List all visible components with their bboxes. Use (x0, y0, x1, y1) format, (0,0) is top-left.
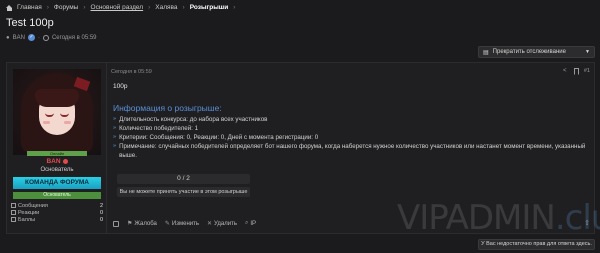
no-reply-permission-notice[interactable]: У Вас недостаточно прав для ответа здесь… (478, 239, 595, 250)
avatar-bangs (35, 89, 79, 107)
user-role: Основатель (40, 167, 74, 173)
list-item: » Примечание: случайных победителей опред… (113, 142, 590, 160)
thread-author[interactable]: BAN (13, 35, 25, 41)
breadcrumb-separator: › (83, 4, 86, 11)
post-message: 100р (113, 83, 128, 90)
progress-text: 0 / 2 (177, 175, 190, 182)
info-criteria: Критерии: Сообщения: 0, Реакции: 0, Дней… (119, 134, 319, 141)
breadcrumb-giveaways[interactable]: Розыгрыши (190, 4, 228, 11)
select-checkbox[interactable] (113, 220, 119, 227)
meta-separator: · (37, 34, 40, 41)
status-dot-icon (62, 158, 68, 164)
breadcrumb-freebies[interactable]: Халява (155, 4, 177, 11)
info-duration: Длительность конкурса: до набора всех уч… (119, 116, 268, 123)
breadcrumb-separator: › (182, 4, 185, 11)
list-item: » Длительность конкурса: до набора всех у… (113, 115, 590, 124)
user-column: Онлайн BAN Основатель КОМАНДА ФОРУМА Осн… (7, 63, 107, 233)
breadcrumb-home[interactable]: Главная (17, 4, 42, 11)
stat-value: 0 (99, 216, 103, 223)
stat-label: Баллы (18, 216, 36, 223)
share-icon[interactable]: < (563, 68, 570, 75)
info-note: Примечание: случайных победителей опреде… (119, 143, 586, 159)
points-icon (11, 217, 16, 222)
list-item: » Критерии: Сообщения: 0, Реакции: 0, Дне… (113, 133, 590, 142)
stat-messages: Сообщения 2 (11, 202, 103, 209)
edit-button[interactable]: ✎ Изменить (164, 220, 199, 228)
reactions-icon (11, 210, 16, 215)
delete-icon: ✕ (207, 221, 213, 227)
founder-badge: Основатель (13, 192, 101, 199)
breadcrumb-separator: › (148, 4, 151, 11)
edit-label: Изменить (171, 220, 199, 227)
thread-meta: ● BAN ✓ · Сегодня в 05:59 (6, 34, 97, 41)
info-winners: Количество победителей: 1 (119, 125, 199, 132)
avatar[interactable] (13, 69, 101, 155)
stat-label: Реакции (18, 209, 40, 216)
breadcrumb: Главная › Форумы › Основной раздел › Хал… (6, 4, 237, 11)
report-label: Жалоба (134, 220, 157, 227)
stat-reactions: Реакции 0 (11, 209, 103, 216)
watermark-suffix: .club (554, 198, 600, 238)
online-status-bar: Онлайн (27, 151, 87, 156)
delete-label: Удалить (214, 220, 237, 227)
list-item: » Количество победителей: 1 (113, 124, 590, 133)
post-actions: ⚑ Жалоба ✎ Изменить ✕ Удалить ⌕ IP (113, 220, 256, 227)
username[interactable]: BAN (7, 158, 107, 165)
stat-points: Баллы 0 (11, 216, 103, 223)
messages-icon (11, 203, 16, 208)
ip-button[interactable]: ⌕ IP (245, 220, 256, 227)
bookmark-icon: ▤ (483, 49, 489, 56)
page-title: Test 100р (6, 17, 54, 29)
user-stats: Сообщения 2 Реакции 0 Баллы 0 (11, 202, 103, 223)
giveaway-info-list: » Длительность конкурса: до набора всех у… (113, 115, 590, 160)
breadcrumb-separator: › (46, 4, 49, 11)
participants-progress: 0 / 2 (117, 174, 250, 184)
report-icon: ⚑ (127, 221, 133, 227)
arrow-right-icon: » (113, 116, 117, 122)
edit-icon: ✎ (164, 221, 170, 227)
giveaway-info-heading: Информация о розыгрыше: (113, 103, 222, 113)
verified-icon: ✓ (27, 34, 35, 41)
watermark-main: VIPADMIN (397, 198, 556, 238)
post-number[interactable]: #1 (584, 68, 590, 74)
bookmark-icon[interactable] (574, 68, 579, 75)
user-icon: ● (6, 34, 10, 41)
site-watermark: VIPADMIN.club (397, 198, 600, 238)
clock-icon (42, 34, 49, 41)
post-time[interactable]: Сегодня в 05:59 (111, 69, 152, 75)
report-button[interactable]: ⚑ Жалоба (127, 220, 157, 228)
chevron-down-icon[interactable]: ▼ (585, 49, 590, 55)
forum-team-banner: КОМАНДА ФОРУМА (13, 177, 101, 189)
arrow-right-icon: » (113, 143, 117, 149)
delete-button[interactable]: ✕ Удалить (207, 220, 237, 228)
ip-label: IP (250, 220, 256, 227)
avatar-blush (43, 121, 50, 124)
search-icon: ⌕ (244, 220, 249, 226)
breadcrumb-forums[interactable]: Форумы (54, 4, 78, 11)
stat-label: Сообщения (18, 202, 48, 209)
unfollow-button[interactable]: ▤ Прекратить отслеживание ▼ (478, 46, 595, 58)
stat-value: 0 (99, 209, 103, 216)
avatar-blush (64, 121, 71, 124)
arrow-right-icon: » (113, 125, 117, 131)
arrow-right-icon: » (113, 134, 117, 140)
username-text[interactable]: BAN (46, 158, 60, 165)
unfollow-label: Прекратить отслеживание (492, 49, 566, 55)
breadcrumb-separator: › (233, 4, 236, 11)
home-icon[interactable] (6, 4, 13, 11)
breadcrumb-main-section[interactable]: Основной раздел (91, 4, 144, 11)
thread-time[interactable]: Сегодня в 05:59 (52, 35, 97, 41)
cannot-join-button[interactable]: Вы не можете принять участие в этом розы… (117, 187, 250, 197)
stat-value: 2 (99, 202, 103, 209)
